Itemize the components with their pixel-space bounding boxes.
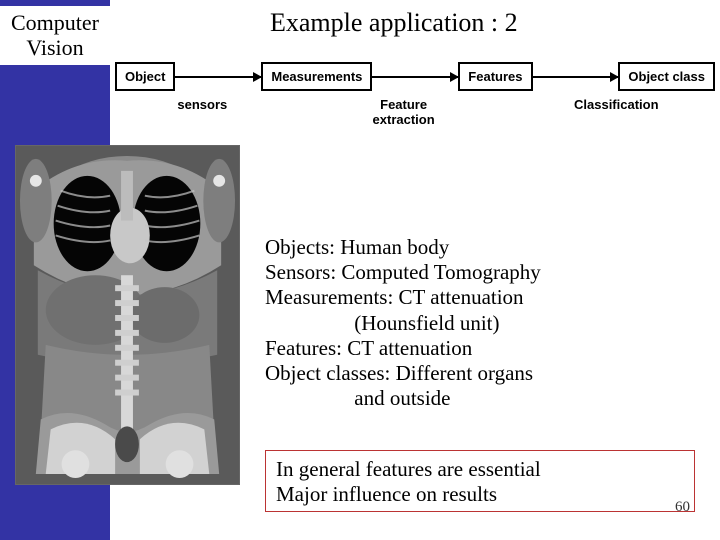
arrow-icon	[372, 76, 458, 78]
flow-box-features: Features	[458, 62, 532, 91]
summary-line1: In general features are essential	[276, 457, 684, 482]
sidebar-title-line2: Vision	[26, 35, 83, 60]
ct-scan-image	[15, 145, 240, 485]
flow-label-sensors: sensors	[115, 97, 290, 127]
summary-box: In general features are essential Major …	[265, 450, 695, 512]
slide-title: Example application : 2	[270, 8, 518, 38]
flow-box-object: Object	[115, 62, 175, 91]
pipeline-flow: Object Measurements Features Object clas…	[115, 62, 715, 127]
flow-box-measurements: Measurements	[261, 62, 372, 91]
body-text: Objects: Human body Sensors: Computed To…	[265, 235, 695, 411]
flow-labels-row: sensors Feature extraction Classificatio…	[115, 97, 715, 127]
flow-label-classification: Classification	[518, 97, 715, 127]
page-number: 60	[675, 499, 690, 516]
sidebar-title: Computer Vision	[0, 6, 110, 65]
arrow-icon	[175, 76, 261, 78]
summary-line2: Major influence on results	[276, 482, 684, 507]
sidebar-title-line1: Computer	[11, 10, 99, 35]
flow-label-feature-extraction: Feature extraction	[290, 97, 518, 127]
flow-box-object-class: Object class	[618, 62, 715, 91]
arrow-icon	[533, 76, 619, 78]
flow-boxes-row: Object Measurements Features Object clas…	[115, 62, 715, 91]
